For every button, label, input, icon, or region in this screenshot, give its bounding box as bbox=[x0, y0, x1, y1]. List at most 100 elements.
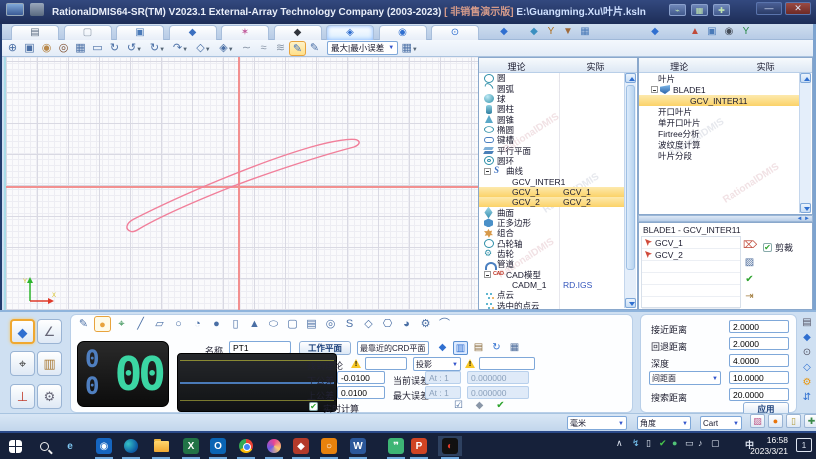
erase-curve-icon[interactable]: ⌦ bbox=[743, 239, 757, 252]
line-icon[interactable]: ╱ bbox=[132, 316, 149, 332]
projection-dropdown[interactable]: 投影 ▼ bbox=[413, 357, 461, 371]
probe-tool-icon[interactable]: ◆ bbox=[801, 331, 814, 344]
feature-cube-icon[interactable]: ◆ bbox=[497, 26, 511, 38]
tab-device[interactable]: ◆ bbox=[273, 25, 322, 40]
tree-item-gcv-1[interactable]: GCV_1 GCV_1 bbox=[479, 186, 624, 198]
view-eye-icon[interactable]: ◎▼ bbox=[55, 41, 72, 56]
lower-tolerance-input[interactable] bbox=[337, 371, 385, 384]
axes-button[interactable]: ⊥ bbox=[10, 384, 35, 409]
crd-plane-dropdown[interactable]: 最靠近的CRD平面▼ bbox=[357, 341, 429, 365]
tray-expand-icon[interactable]: ∧ bbox=[616, 438, 623, 449]
tray-network-icon[interactable]: ↯ bbox=[632, 438, 640, 449]
probe-edit-icon[interactable]: ✎ bbox=[75, 316, 92, 332]
actual-column-header[interactable]: 实际 bbox=[757, 60, 775, 73]
iso-view-icon[interactable]: ◇▼ bbox=[192, 41, 215, 56]
rotate-x-icon[interactable]: ↺▼ bbox=[123, 41, 146, 56]
blue-app-icon[interactable]: ◉ bbox=[92, 436, 116, 459]
close-button[interactable]: ✕ bbox=[785, 2, 811, 15]
multi-view-icon[interactable]: ◈▼ bbox=[215, 41, 238, 56]
tray-sound-icon[interactable]: ♪ bbox=[698, 438, 703, 448]
clip-option[interactable]: ✔ 剪裁 bbox=[763, 241, 793, 254]
error-mode-dropdown[interactable]: 最大|最小误差 ▼ bbox=[327, 41, 399, 55]
probe-small-icon[interactable]: ◆ bbox=[527, 26, 541, 38]
probe2-tool-icon[interactable]: ◇ bbox=[801, 361, 814, 374]
clock[interactable]: 16:58 2023/3/21 bbox=[750, 435, 788, 456]
scroll-up-button[interactable] bbox=[625, 73, 636, 83]
machine-button[interactable]: ⚙ bbox=[37, 384, 62, 409]
collapse-icon[interactable]: ⇵ bbox=[801, 391, 814, 404]
ellipse-icon[interactable]: ⬭ bbox=[265, 316, 282, 332]
tray-usb-icon[interactable]: ▯ bbox=[646, 438, 651, 449]
search-button[interactable] bbox=[32, 436, 56, 456]
projection-input[interactable] bbox=[479, 357, 535, 370]
notebook-icon[interactable]: ▯ bbox=[786, 414, 801, 428]
tree-item-blade-segment[interactable]: 叶片分段 bbox=[639, 150, 800, 161]
disc-icon[interactable]: ◕ bbox=[398, 316, 415, 332]
minimize-button[interactable]: — bbox=[756, 2, 782, 15]
label-icon[interactable]: ✚ bbox=[804, 414, 816, 428]
ie-icon[interactable]: e bbox=[58, 436, 82, 456]
polygon-icon[interactable]: ⎔ bbox=[379, 316, 396, 332]
clip-checkbox[interactable]: ✔ bbox=[763, 243, 772, 252]
shield-icon[interactable]: ◆ bbox=[289, 436, 313, 459]
tree-item-gcv-inter1[interactable]: GCV_INTER1 bbox=[479, 176, 624, 187]
depth-input[interactable] bbox=[729, 354, 789, 367]
tab-curve[interactable]: ◉ bbox=[378, 25, 427, 40]
tree-item-torus[interactable]: 圆环 bbox=[479, 156, 624, 166]
pen-select-icon[interactable]: ✎▼ bbox=[289, 40, 306, 56]
rotate-view-icon[interactable]: ↻▼ bbox=[106, 41, 123, 56]
rotate-mode-icon[interactable]: ↻ bbox=[489, 341, 504, 355]
realtime-checkbox[interactable]: ✔ bbox=[309, 402, 318, 411]
probe-result-icon[interactable]: ◆ bbox=[472, 399, 487, 413]
powerpoint-icon[interactable]: P bbox=[407, 436, 431, 459]
tree-item-cad-model[interactable]: CAD模型 bbox=[479, 270, 624, 280]
tab-color[interactable]: ✶ bbox=[221, 25, 269, 40]
chrome-icon[interactable] bbox=[234, 436, 258, 459]
detail-row-gcv-2[interactable]: GCV_2 bbox=[642, 249, 740, 261]
graphics-viewport[interactable]: Y X bbox=[4, 57, 480, 310]
window-select-icon[interactable]: ▭▼ bbox=[89, 41, 106, 56]
circle-icon[interactable]: ○ bbox=[170, 316, 187, 332]
zoom-window-icon[interactable]: ▣▼ bbox=[21, 41, 38, 56]
panel-splitter[interactable]: ◄ ► bbox=[638, 215, 813, 222]
notification-button[interactable]: 1 bbox=[796, 438, 812, 452]
wechat-icon[interactable]: ❞ bbox=[384, 436, 408, 459]
search-tool-icon[interactable]: ⊙ bbox=[801, 346, 814, 359]
tab-feature[interactable]: ◈ bbox=[326, 25, 374, 40]
settings-gear-icon[interactable]: ⚙ bbox=[801, 376, 814, 389]
edge-icon[interactable] bbox=[119, 436, 143, 459]
scroll-up-button[interactable] bbox=[800, 73, 811, 83]
tab-file[interactable]: ▢ bbox=[63, 25, 112, 40]
tree-item-curve[interactable]: 曲线 bbox=[479, 165, 624, 176]
torus-icon[interactable]: ◎ bbox=[322, 316, 339, 332]
curve-icon[interactable]: S bbox=[341, 316, 358, 332]
outlook-icon[interactable]: O bbox=[206, 436, 230, 459]
print-icon[interactable]: ▤ bbox=[801, 316, 814, 329]
grid-settings-icon[interactable]: ▦▼ bbox=[398, 41, 421, 56]
chart-mode-icon[interactable]: ▥ bbox=[453, 341, 468, 355]
scroll-down-button[interactable] bbox=[625, 298, 636, 308]
shield-brown-icon[interactable]: ▼ bbox=[561, 26, 575, 38]
tab-probe[interactable]: ◆ bbox=[168, 25, 217, 40]
blade-cube-icon[interactable]: ◆ bbox=[648, 26, 662, 38]
tray-wechat-icon[interactable]: ● bbox=[672, 438, 677, 448]
spacing-plane-dropdown[interactable]: 间距面 ▼ bbox=[649, 371, 721, 385]
parallel-planes-icon[interactable]: ▤ bbox=[303, 316, 320, 332]
point-icon[interactable]: ● bbox=[94, 316, 111, 332]
tree-item-open-blade[interactable]: 开口叶片 bbox=[639, 106, 800, 117]
window-icon[interactable]: ▣ bbox=[705, 26, 719, 38]
tree-item-single-open-blade[interactable]: 单开口叶片 bbox=[639, 117, 800, 128]
coord-dropdown[interactable]: Cart ▼ bbox=[700, 416, 742, 430]
curve-mid-icon[interactable]: ≈▼ bbox=[255, 41, 272, 56]
angle-dropdown[interactable]: 角度 ▼ bbox=[637, 416, 691, 430]
actual-column-header[interactable]: 实际 bbox=[586, 60, 604, 73]
curve-full-icon[interactable]: ≋▼ bbox=[272, 41, 289, 56]
rotate-z-icon[interactable]: ↷▼ bbox=[169, 41, 192, 56]
screen-icon[interactable]: ▦ bbox=[691, 4, 708, 16]
sphere-icon[interactable]: ● bbox=[208, 316, 225, 332]
toolbox-button[interactable]: ▥ bbox=[37, 351, 62, 376]
card-mode-icon[interactable]: ▦ bbox=[507, 341, 522, 355]
detail-row-gcv-1[interactable]: GCV_1 bbox=[642, 237, 740, 249]
units-dropdown[interactable]: 毫米 ▼ bbox=[567, 416, 627, 430]
curve-flat-icon[interactable]: ∼▼ bbox=[238, 41, 255, 56]
